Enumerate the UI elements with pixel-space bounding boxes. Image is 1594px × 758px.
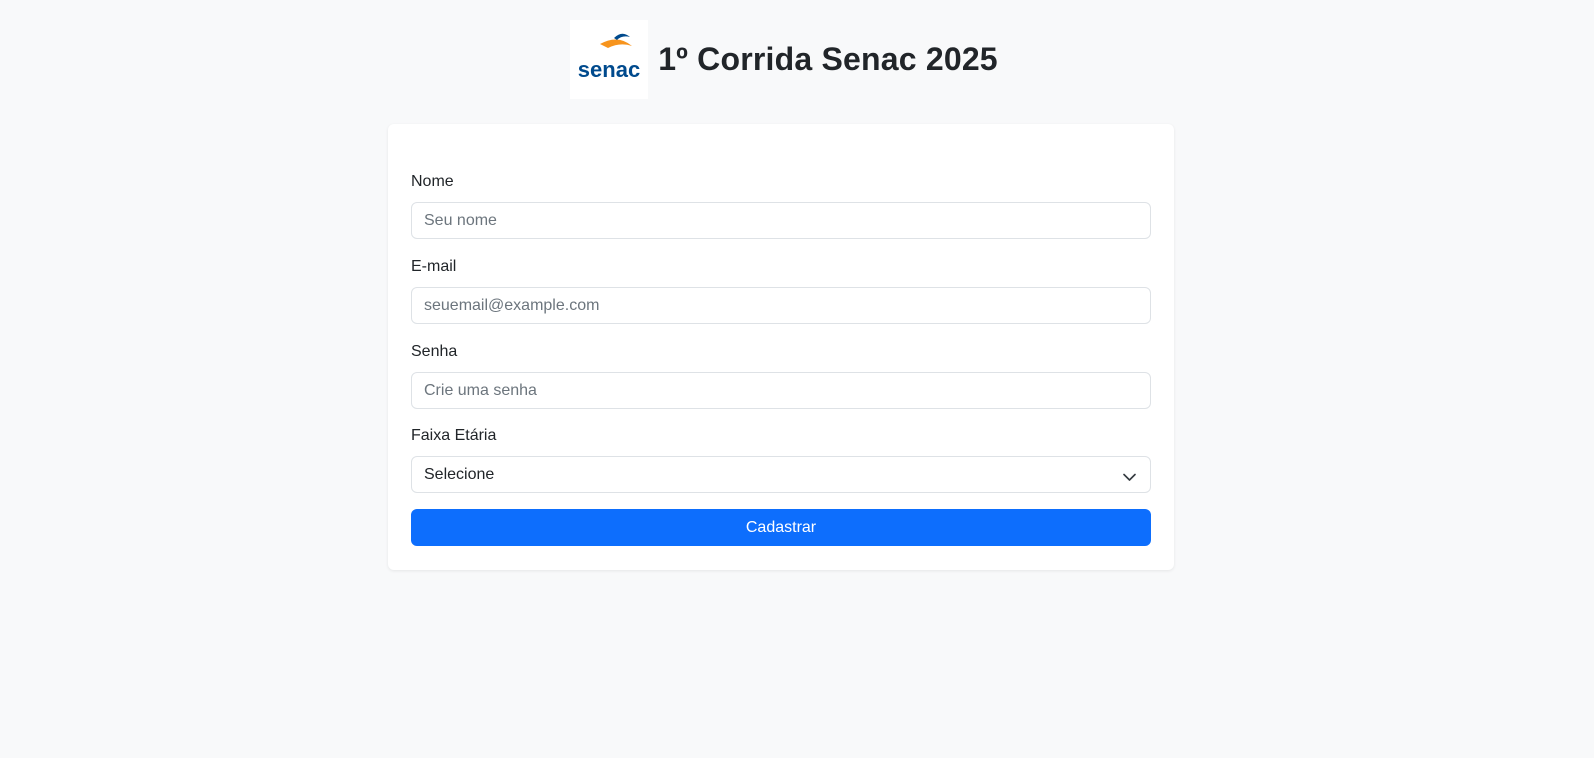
registration-form: Nome E-mail Senha Faixa Etária Selecione… (388, 124, 1174, 570)
senac-logo: senac (570, 20, 649, 99)
age-range-label: Faixa Etária (411, 427, 497, 444)
chevron-down-icon (1123, 469, 1136, 487)
svg-text:senac: senac (578, 57, 640, 82)
password-label: Senha (411, 343, 458, 360)
page-header: senac 1º Corrida Senac 2025 (0, 20, 1568, 99)
register-button[interactable]: Cadastrar (411, 509, 1151, 546)
name-input[interactable] (411, 202, 1151, 239)
age-range-select[interactable]: Selecione (411, 456, 1151, 493)
page-title: 1º Corrida Senac 2025 (658, 41, 998, 77)
age-range-selected-value: Selecione (424, 465, 495, 483)
name-label: Nome (411, 173, 454, 190)
email-input[interactable] (411, 287, 1151, 324)
senac-logo-graphic: senac (578, 33, 640, 82)
email-label: E-mail (411, 258, 457, 275)
password-input[interactable] (411, 372, 1151, 409)
